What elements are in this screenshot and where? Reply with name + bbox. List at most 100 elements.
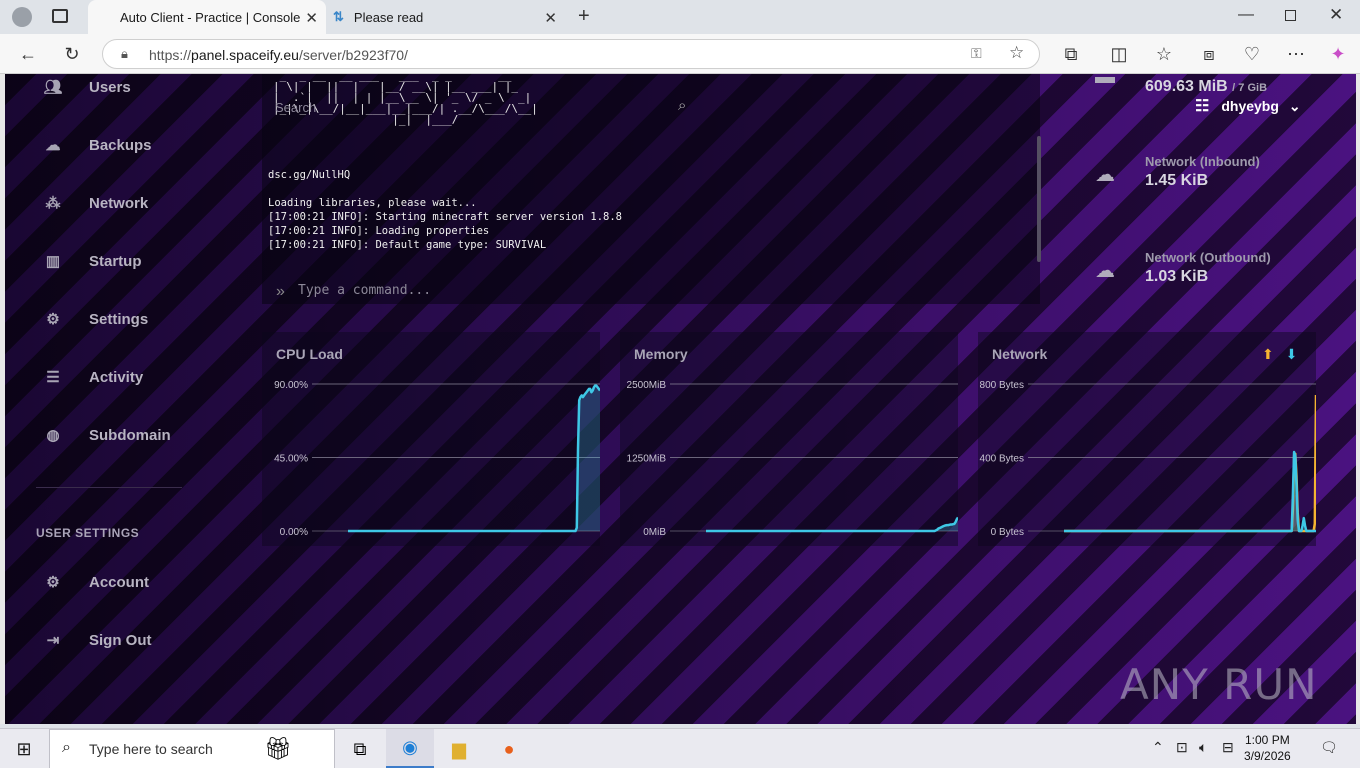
sidebar-item-settings[interactable]: ⚙ Settings: [43, 304, 148, 334]
command-row: »: [262, 277, 1040, 307]
close-tab-icon[interactable]: ✕: [544, 9, 557, 27]
file-explorer-icon[interactable]: ▆: [435, 729, 483, 768]
series-line: [347, 384, 600, 533]
network-chart-svg: 800 Bytes 400 Bytes 0 Bytes: [980, 380, 1316, 538]
sort-arrows-icon: ⇅: [333, 9, 344, 24]
search-icon[interactable]: ⌕: [678, 97, 686, 114]
chevron-right-icon: »: [276, 283, 285, 300]
collections-icon[interactable]: ⧈: [1195, 40, 1223, 68]
firefox-icon[interactable]: ●: [485, 729, 533, 768]
more-menu-icon[interactable]: ⋯: [1282, 40, 1310, 68]
minimize-icon[interactable]: —: [1238, 6, 1254, 24]
taskbar-search[interactable]: ⌕ Type here to search 🎁︎: [49, 729, 335, 768]
key-icon[interactable]: ⚿: [971, 45, 982, 62]
console-line: Loading libraries, please wait...: [268, 197, 477, 209]
console-search-placeholder[interactable]: Search: [275, 100, 316, 115]
anyrun-watermark: ANY RUN: [1120, 660, 1318, 709]
notifications-icon[interactable]: 🗨︎: [1320, 739, 1338, 756]
sidebar-item-label: Users: [89, 78, 131, 96]
sidebar-item-subdomain[interactable]: ◍ Subdomain: [43, 420, 171, 450]
cpu-chart-svg: 90.00% 45.00% 0.00%: [274, 380, 600, 538]
sidebar-divider: [36, 487, 182, 488]
series-area: [348, 385, 600, 531]
cogs-icon: ⚙: [46, 574, 60, 591]
copilot-icon[interactable]: ✦: [1324, 40, 1352, 68]
volume-icon[interactable]: 🔈︎: [1199, 739, 1207, 756]
search-icon: ⌕: [62, 739, 71, 756]
clock-time: 1:00 PM: [1245, 733, 1290, 747]
sidebar-item-label: Settings: [89, 310, 149, 328]
taskbar-clock[interactable]: 1:00 PM 3/9/2026: [1244, 732, 1291, 764]
y-tick-label: 90.00%: [274, 380, 308, 391]
series-line: [1063, 450, 1316, 533]
windows-start-icon[interactable]: ⊞: [0, 729, 48, 768]
taskbar-search-placeholder: Type here to search: [89, 741, 213, 757]
tab-title: Auto Client - Practice | Console: [120, 9, 301, 25]
task-view-icon[interactable]: ⧉: [336, 729, 384, 768]
refresh-icon[interactable]: ↻: [58, 40, 86, 68]
tab-console[interactable]: Auto Client - Practice | Console ✕: [88, 0, 326, 34]
memory-chart-svg: 2500MiB 1250MiB 0MiB: [627, 380, 958, 538]
upload-legend-icon: ⬆: [1262, 346, 1274, 362]
back-icon[interactable]: ←: [14, 40, 42, 68]
edge-icon[interactable]: ◉: [386, 729, 434, 768]
restore-icon[interactable]: [1285, 10, 1296, 21]
sidebar-item-backups[interactable]: ☁ Backups: [43, 130, 152, 160]
sidebar-item-label: Backups: [89, 136, 152, 154]
hard-drive-icon: ▬: [1095, 74, 1115, 88]
y-tick-label: 0MiB: [643, 527, 666, 538]
memory-value: 609.63 MiB / 7 GiB: [1145, 78, 1268, 95]
sidebar-item-activity[interactable]: ☰ Activity: [43, 362, 143, 392]
lock-icon: 🔒︎: [121, 46, 128, 61]
cloud-upload-icon: ☁: [1095, 260, 1115, 282]
split-screen-icon[interactable]: ◫: [1105, 40, 1133, 68]
extensions-icon[interactable]: ⧉: [1057, 40, 1085, 68]
sidebar-item-startup[interactable]: ▥ Startup: [43, 246, 142, 276]
tab-title: Please read: [353, 9, 424, 25]
console-line: dsc.gg/NullHQ: [268, 169, 351, 181]
clock-date: 3/9/2026: [1244, 749, 1291, 763]
gifts-icon: 🎁︎: [264, 736, 292, 761]
sidebar-item-network[interactable]: ⁂ Network: [43, 188, 149, 218]
tab-please-read[interactable]: ⇅ Please read ✕: [327, 0, 565, 34]
tab-actions-icon[interactable]: [52, 9, 68, 23]
sign-out-icon: ⇥: [46, 632, 60, 649]
console-line: [17:00:21 INFO]: Starting minecraft serv…: [268, 211, 623, 223]
network-icon: ⁂: [45, 195, 61, 212]
ethernet-icon[interactable]: ⊟: [1222, 739, 1234, 756]
network-tray-icon[interactable]: ⊡: [1176, 739, 1188, 756]
close-window-icon[interactable]: ✕: [1329, 5, 1343, 25]
close-tab-icon[interactable]: ✕: [305, 9, 318, 27]
sidebar-item-account[interactable]: ⚙ Account: [43, 567, 149, 597]
user-menu[interactable]: ☷ dhyeybg ⌄: [1195, 96, 1301, 116]
y-tick-label: 800 Bytes: [980, 380, 1024, 391]
y-tick-label: 1250MiB: [627, 454, 667, 465]
url-field[interactable]: 🔒︎ https://panel.spaceify.eu/server/b292…: [102, 39, 1040, 69]
y-tick-label: 0 Bytes: [991, 527, 1024, 538]
cogs-icon: ⚙: [46, 311, 60, 328]
memory-chart: Memory 2500MiB 1250MiB 0MiB: [620, 332, 958, 546]
sidebar-item-label: Subdomain: [89, 426, 171, 444]
favorites-icon[interactable]: ☆: [1150, 40, 1178, 68]
series-area: [1064, 452, 1316, 531]
browser-tab-bar: Auto Client - Practice | Console ✕ ⇅ Ple…: [0, 0, 1360, 34]
series-line: [1063, 394, 1316, 533]
favorite-star-icon[interactable]: ☆: [1009, 43, 1024, 63]
chevron-up-icon[interactable]: ⌃: [1152, 739, 1164, 756]
url-text: https://panel.spaceify.eu/server/b2923f7…: [149, 47, 408, 63]
taskbar: ⊞ ⌕ Type here to search 🎁︎ ⧉ ◉ ▆ ● ⌃ ⊡ 🔈…: [0, 728, 1360, 768]
panel-page: 👥︎ Users ☁ Backups ⁂ Network ▥ Startup ⚙ Sett…: [5, 74, 1356, 724]
command-input[interactable]: [298, 283, 998, 298]
profile-icon[interactable]: [12, 7, 32, 27]
list-icon: ☰: [46, 369, 60, 386]
new-tab-icon[interactable]: +: [578, 5, 590, 28]
chevron-down-icon: ⌄: [1288, 97, 1301, 114]
sidebar-item-users[interactable]: 👥︎ Users: [43, 74, 131, 102]
user-settings-heading: USER SETTINGS: [36, 526, 140, 540]
sidebar-item-label: Network: [89, 194, 149, 212]
cloud-icon: ☁: [45, 137, 61, 154]
sidebar-item-sign-out[interactable]: ⇥ Sign Out: [43, 625, 152, 655]
cpu-chart: CPU Load 90.00% 45.00% 0.00%: [262, 332, 600, 546]
browser-essentials-icon[interactable]: ♡: [1238, 40, 1266, 68]
console-scrollbar[interactable]: [1037, 136, 1041, 262]
